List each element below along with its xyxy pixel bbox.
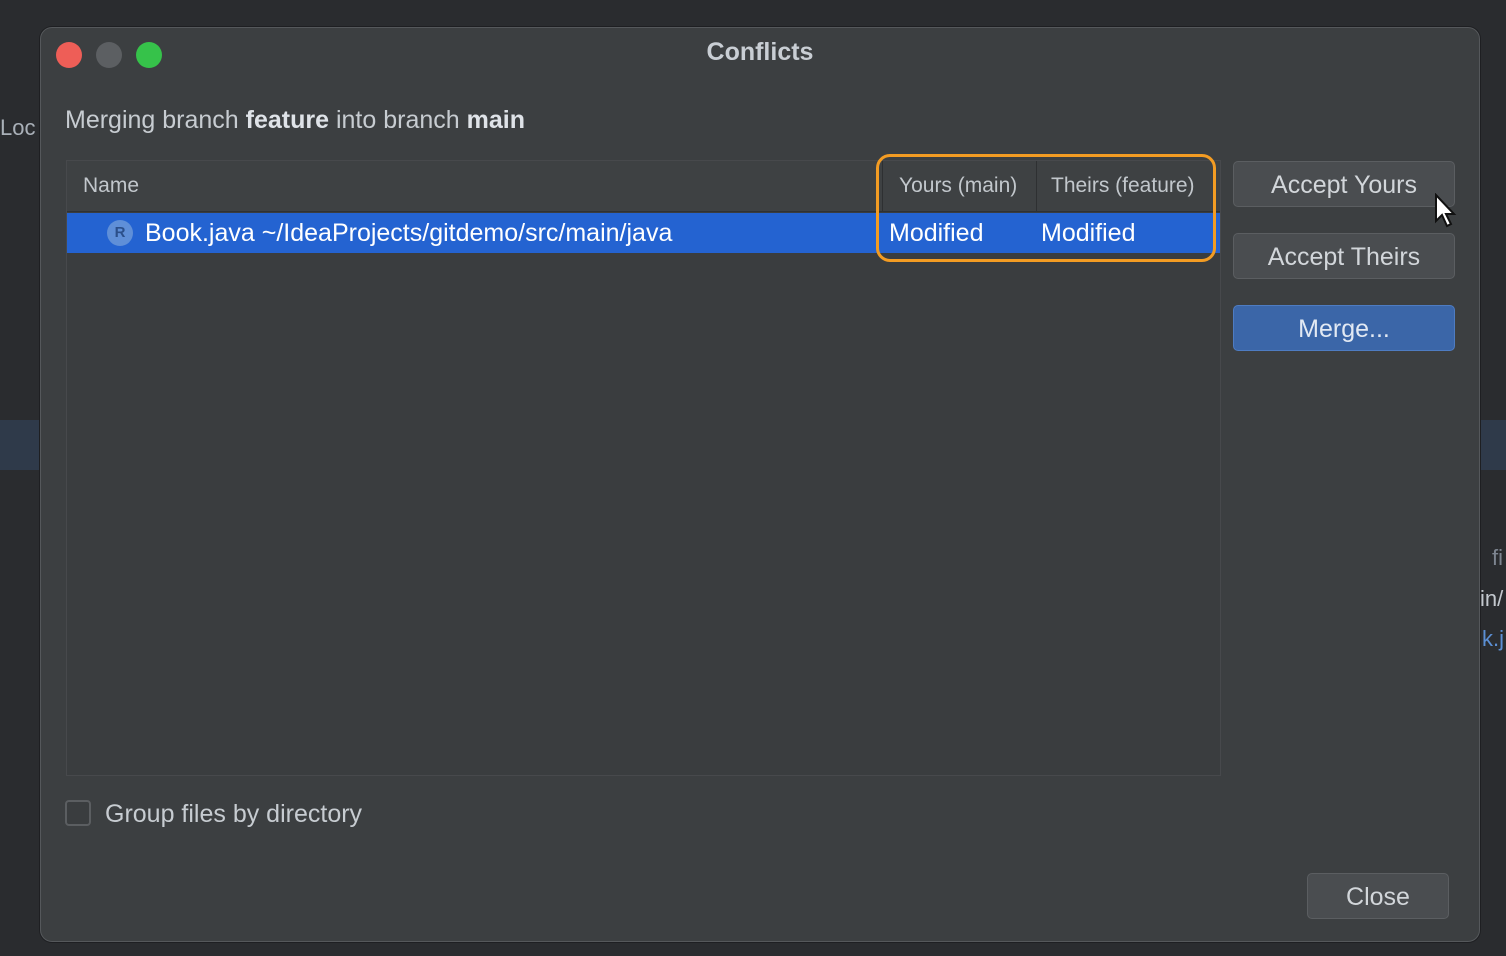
file-name-cell: Book.java ~/IdeaProjects/gitdemo/src/mai… bbox=[145, 219, 673, 247]
background-selection-right bbox=[1480, 420, 1506, 470]
mouse-cursor-icon bbox=[1435, 193, 1457, 228]
merge-description: Merging branch feature into branch main bbox=[65, 106, 525, 135]
accept-yours-button[interactable]: Accept Yours bbox=[1233, 161, 1455, 207]
merge-description-prefix: Merging branch bbox=[65, 106, 246, 134]
group-files-label[interactable]: Group files by directory bbox=[105, 800, 362, 829]
background-selection-left bbox=[0, 420, 40, 470]
java-file-icon: R bbox=[107, 220, 133, 246]
close-button[interactable]: Close bbox=[1307, 873, 1449, 919]
background-text-right-3: k.j bbox=[1482, 626, 1504, 651]
annotation-highlight-box bbox=[876, 154, 1216, 262]
merge-button[interactable]: Merge... bbox=[1233, 305, 1455, 351]
background-text-right-1: fi bbox=[1492, 545, 1503, 570]
dialog-title: Conflicts bbox=[706, 38, 814, 66]
column-header-name[interactable]: Name bbox=[83, 174, 139, 198]
background-text-right-2: in/ bbox=[1480, 586, 1504, 611]
accept-theirs-button[interactable]: Accept Theirs bbox=[1233, 233, 1455, 279]
source-branch-name: feature bbox=[245, 106, 330, 134]
merge-description-middle: into branch bbox=[329, 106, 467, 134]
conflicts-dialog: Conflicts Merging branch feature into br… bbox=[40, 27, 1480, 942]
target-branch-name: main bbox=[466, 106, 525, 134]
group-files-checkbox[interactable] bbox=[65, 800, 91, 826]
background-text-left: Loc bbox=[0, 115, 36, 140]
